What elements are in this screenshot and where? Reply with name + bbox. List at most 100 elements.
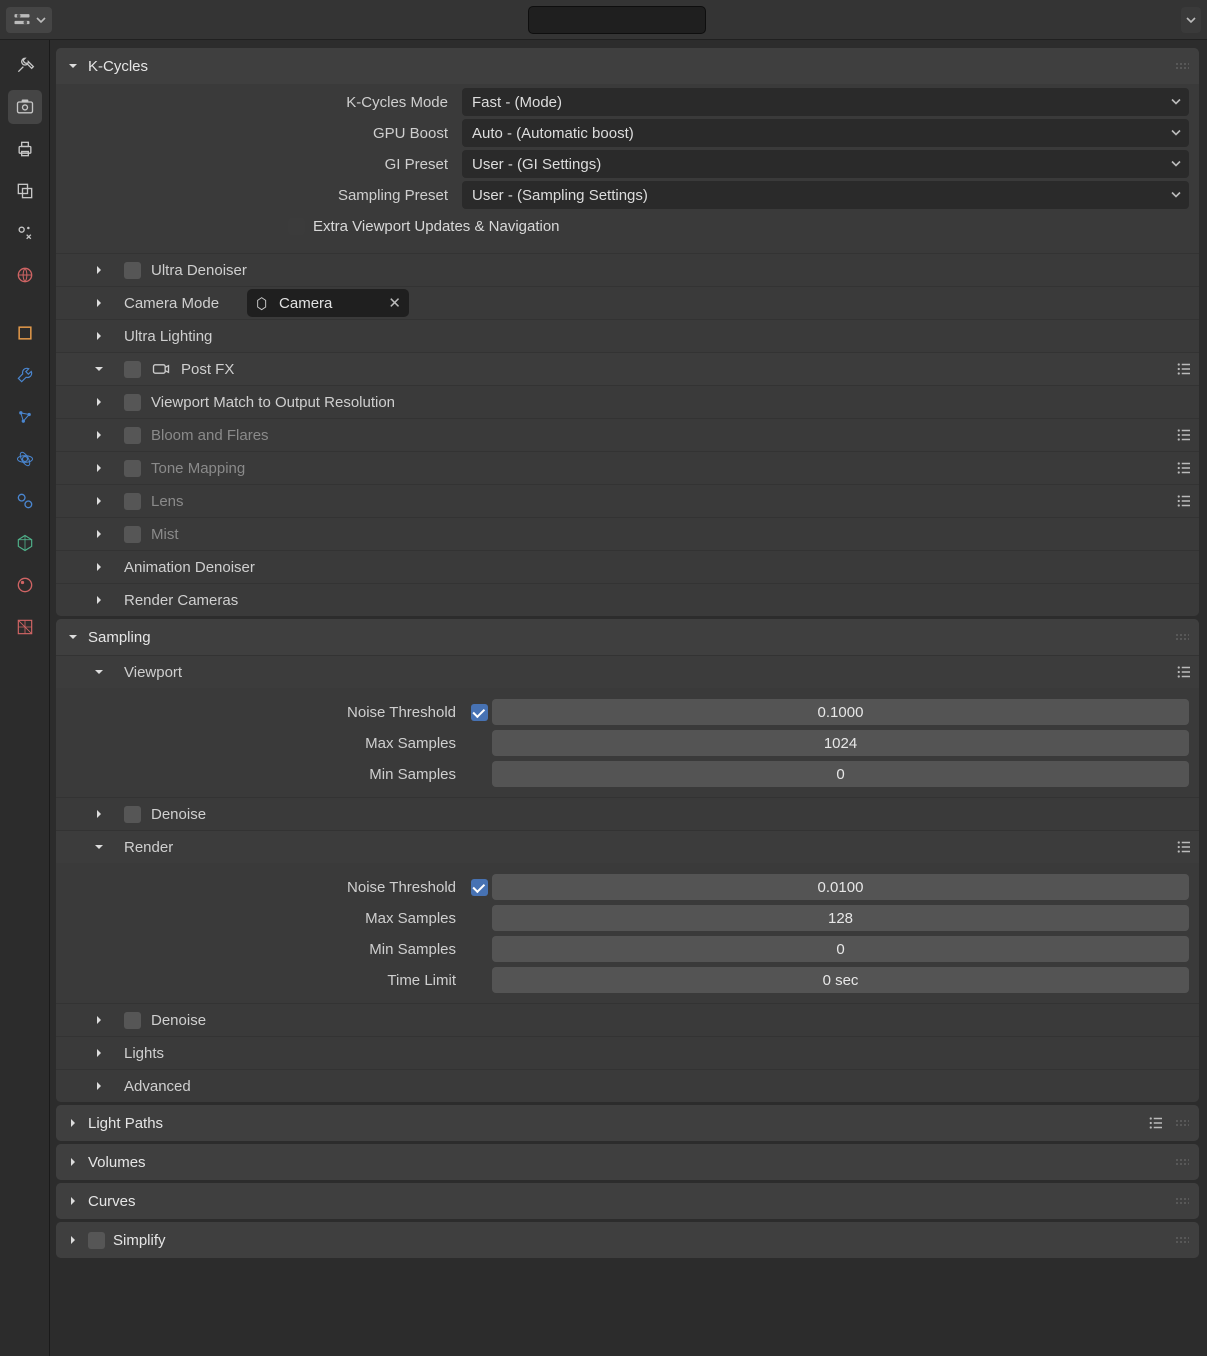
chevron-right-icon	[92, 593, 106, 607]
bloom-row[interactable]: Bloom and Flares	[56, 418, 1199, 451]
ultra-denoiser-row[interactable]: Ultra Denoiser	[56, 253, 1199, 286]
rd-denoise-row[interactable]: Denoise	[56, 1003, 1199, 1036]
preset-menu-icon[interactable]	[1175, 426, 1193, 444]
vp-noise-checkbox[interactable]	[471, 704, 488, 721]
chevron-right-icon	[92, 329, 106, 343]
kcycles-header[interactable]: K-Cycles	[56, 48, 1199, 84]
render-cameras-label: Render Cameras	[124, 592, 238, 609]
kcycles-title: K-Cycles	[88, 58, 148, 75]
ultra-lighting-row[interactable]: Ultra Lighting	[56, 319, 1199, 352]
simplify-header[interactable]: Simplify	[56, 1222, 1199, 1258]
light-paths-header[interactable]: Light Paths	[56, 1105, 1199, 1141]
texture-tab[interactable]	[8, 610, 42, 644]
light-paths-title: Light Paths	[88, 1115, 163, 1132]
camera-mode-row[interactable]: Camera Mode Camera ✕	[56, 286, 1199, 319]
rd-time-value[interactable]: 0 sec	[492, 967, 1189, 993]
vp-denoise-row[interactable]: Denoise	[56, 797, 1199, 830]
drag-grip-icon[interactable]	[1175, 1158, 1189, 1166]
viewport-match-row[interactable]: Viewport Match to Output Resolution	[56, 385, 1199, 418]
postfx-checkbox[interactable]	[124, 361, 141, 378]
gi-preset-select[interactable]: User - (GI Settings)	[462, 150, 1189, 178]
mist-row[interactable]: Mist	[56, 517, 1199, 550]
ultra-denoiser-checkbox[interactable]	[124, 262, 141, 279]
sampling-viewport-header[interactable]: Viewport	[56, 655, 1199, 688]
close-icon[interactable]: ✕	[388, 294, 401, 312]
sampling-render-header[interactable]: Render	[56, 830, 1199, 863]
chevron-right-icon	[66, 1116, 80, 1130]
anim-denoiser-row[interactable]: Animation Denoiser	[56, 550, 1199, 583]
wrench-icon	[15, 365, 35, 385]
rd-min-value[interactable]: 0	[492, 936, 1189, 962]
options-dropdown[interactable]	[1181, 7, 1201, 33]
drag-grip-icon[interactable]	[1175, 1119, 1189, 1127]
rd-time-label: Time Limit	[66, 972, 466, 989]
chevron-right-icon	[92, 461, 106, 475]
preset-menu-icon[interactable]	[1175, 492, 1193, 510]
viewlayer-tab[interactable]	[8, 174, 42, 208]
scene-tab[interactable]	[8, 216, 42, 250]
extra-viewport-checkbox[interactable]	[288, 218, 305, 235]
particles-icon	[15, 407, 35, 427]
bloom-checkbox[interactable]	[124, 427, 141, 444]
mist-checkbox[interactable]	[124, 526, 141, 543]
drag-grip-icon[interactable]	[1175, 1236, 1189, 1244]
modifier-tab[interactable]	[8, 358, 42, 392]
particle-tab[interactable]	[8, 400, 42, 434]
gpu-boost-select[interactable]: Auto - (Automatic boost)	[462, 119, 1189, 147]
render-cameras-row[interactable]: Render Cameras	[56, 583, 1199, 616]
chevron-right-icon	[66, 1155, 80, 1169]
chevron-down-icon	[92, 665, 106, 679]
material-icon	[15, 575, 35, 595]
sampling-header[interactable]: Sampling	[56, 619, 1199, 655]
kcycles-mode-select[interactable]: Fast - (Mode)	[462, 88, 1189, 116]
wrench-screwdriver-icon	[15, 55, 35, 75]
postfx-row[interactable]: Post FX	[56, 352, 1199, 385]
search-input[interactable]	[528, 6, 706, 34]
rd-denoise-checkbox[interactable]	[124, 1012, 141, 1029]
lens-row[interactable]: Lens	[56, 484, 1199, 517]
sampling-preset-select[interactable]: User - (Sampling Settings)	[462, 181, 1189, 209]
tool-tab[interactable]	[8, 48, 42, 82]
material-tab[interactable]	[8, 568, 42, 602]
camera-chip[interactable]: Camera ✕	[247, 289, 409, 317]
output-tab[interactable]	[8, 132, 42, 166]
data-tab[interactable]	[8, 526, 42, 560]
rd-max-value[interactable]: 128	[492, 905, 1189, 931]
constraint-tab[interactable]	[8, 484, 42, 518]
drag-grip-icon[interactable]	[1175, 62, 1189, 70]
lens-checkbox[interactable]	[124, 493, 141, 510]
camera-mode-label: Camera Mode	[124, 295, 219, 312]
object-tab[interactable]	[8, 316, 42, 350]
bloom-label: Bloom and Flares	[151, 427, 269, 444]
preset-menu-icon[interactable]	[1147, 1114, 1165, 1132]
vp-noise-value[interactable]: 0.1000	[492, 699, 1189, 725]
curves-header[interactable]: Curves	[56, 1183, 1199, 1219]
physics-tab[interactable]	[8, 442, 42, 476]
editor-type-selector[interactable]	[6, 7, 52, 33]
preset-menu-icon[interactable]	[1175, 360, 1193, 378]
preset-menu-icon[interactable]	[1175, 838, 1193, 856]
lights-row[interactable]: Lights	[56, 1036, 1199, 1069]
tone-checkbox[interactable]	[124, 460, 141, 477]
world-tab[interactable]	[8, 258, 42, 292]
preset-menu-icon[interactable]	[1175, 663, 1193, 681]
rd-denoise-label: Denoise	[151, 1012, 206, 1029]
vp-denoise-checkbox[interactable]	[124, 806, 141, 823]
vp-max-value[interactable]: 1024	[492, 730, 1189, 756]
chevron-down-icon	[92, 840, 106, 854]
simplify-checkbox[interactable]	[88, 1232, 105, 1249]
volumes-header[interactable]: Volumes	[56, 1144, 1199, 1180]
rd-noise-checkbox[interactable]	[471, 879, 488, 896]
viewport-match-checkbox[interactable]	[124, 394, 141, 411]
sampling-panel: Sampling Viewport Noise Threshold 0.1000	[56, 619, 1199, 1102]
rd-noise-value[interactable]: 0.0100	[492, 874, 1189, 900]
advanced-row[interactable]: Advanced	[56, 1069, 1199, 1102]
render-tab[interactable]	[8, 90, 42, 124]
tone-row[interactable]: Tone Mapping	[56, 451, 1199, 484]
drag-grip-icon[interactable]	[1175, 633, 1189, 641]
chevron-down-icon	[66, 630, 80, 644]
search-field[interactable]	[543, 12, 720, 27]
preset-menu-icon[interactable]	[1175, 459, 1193, 477]
vp-min-value[interactable]: 0	[492, 761, 1189, 787]
drag-grip-icon[interactable]	[1175, 1197, 1189, 1205]
